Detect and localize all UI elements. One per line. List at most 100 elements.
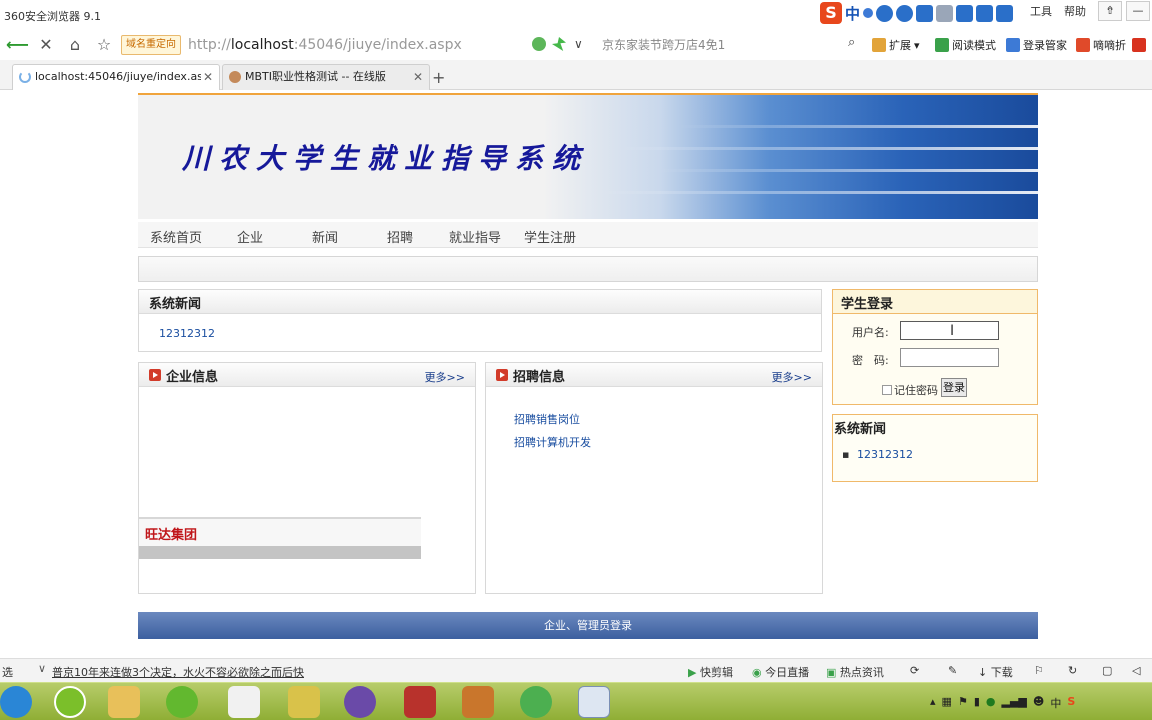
menu-item-home[interactable]: 系统首页 (150, 227, 202, 246)
security-shield-icon[interactable] (532, 37, 546, 51)
extensions-button[interactable]: 扩展 ▾ (872, 37, 920, 53)
chevron-down-icon[interactable]: ∨ (574, 37, 583, 51)
hot-news-button[interactable]: ▣ 热点资讯 (826, 664, 884, 680)
java-icon[interactable] (228, 686, 260, 718)
favorite-star-icon[interactable]: ☆ (94, 35, 114, 55)
password-field[interactable] (900, 348, 999, 367)
emoji-icon[interactable] (876, 4, 894, 22)
play-icon (496, 369, 508, 381)
text-cursor-icon: I (950, 323, 955, 339)
footer-admin-login[interactable]: 企业、管理员登录 (138, 612, 1038, 639)
live-button[interactable]: ◉ 今日直播 (752, 664, 809, 680)
user-icon[interactable] (936, 4, 954, 22)
recruit-link[interactable]: 招聘计算机开发 (514, 434, 591, 450)
company-name: 旺达集团 (145, 528, 198, 543)
menu-item-company[interactable]: 企业 (237, 227, 263, 246)
play-icon: ▶ (688, 666, 700, 679)
search-icon[interactable]: ⌕ (848, 35, 855, 50)
extra-app-icon[interactable] (1132, 38, 1146, 52)
live-label: 今日直播 (765, 666, 810, 679)
quick-edit-button[interactable]: ▶ 快剪辑 (688, 664, 733, 680)
new-tab-plus-icon[interactable]: + (432, 68, 445, 87)
menu-tools[interactable]: 工具 (1030, 3, 1052, 19)
tray-ime-indicator[interactable]: 中 (1050, 695, 1061, 711)
tray-sogou-icon[interactable]: S (1067, 695, 1075, 711)
recruit-link[interactable]: 招聘销售岗位 (514, 411, 580, 427)
refresh-icon[interactable]: ⟳ (910, 664, 919, 677)
domain-redirect-badge[interactable]: 域名重定向 (121, 35, 181, 55)
more-link[interactable]: 更多>> (425, 369, 465, 385)
microphone-icon[interactable] (896, 4, 914, 22)
more-link[interactable]: 更多>> (772, 369, 812, 385)
ime-language-indicator[interactable]: 中 (845, 3, 860, 24)
ie-start-icon[interactable] (0, 686, 32, 718)
address-bar[interactable]: http://localhost:45046/jiuye/index.aspx (188, 35, 462, 55)
login-manager-button[interactable]: 登录管家 (1006, 37, 1067, 53)
database-tool-icon[interactable] (288, 686, 320, 718)
minimize-button[interactable]: — (1126, 1, 1150, 21)
flag-icon[interactable]: ⚐ (1034, 664, 1044, 677)
tray-network-icon[interactable]: ▦ (942, 695, 952, 711)
punctuation-icon[interactable] (863, 8, 874, 18)
login-button[interactable]: 登录 (941, 378, 967, 397)
download-button[interactable]: ↓ 下载 (978, 664, 1013, 680)
visual-studio-icon[interactable] (344, 686, 376, 718)
tab-localhost[interactable]: localhost:45046/jiuye/index.as ✕ (12, 64, 220, 90)
home-icon[interactable]: ⌂ (65, 35, 85, 55)
wrench-icon[interactable] (996, 4, 1014, 22)
panel-title: 系统新闻 (834, 422, 887, 437)
menu-item-register[interactable]: 学生注册 (524, 227, 576, 246)
ime-toolbar[interactable]: S 中 (820, 2, 1014, 24)
live-icon: ◉ (752, 666, 766, 679)
speed-mode-icon[interactable] (552, 37, 566, 51)
360-browser-taskbar-icon[interactable] (54, 686, 86, 718)
tray-qq-icon[interactable]: ☻ (1033, 695, 1044, 711)
stop-icon[interactable]: ✕ (36, 35, 56, 55)
sogou-ime-icon[interactable]: S (820, 2, 842, 24)
toolbox-icon[interactable] (976, 4, 994, 22)
discount-button[interactable]: 嘀嘀折 (1076, 37, 1146, 53)
menu-item-news[interactable]: 新闻 (312, 227, 338, 246)
book-app-icon[interactable] (404, 686, 436, 718)
remember-password[interactable]: 记住密码 (882, 382, 938, 398)
skin-icon[interactable] (956, 4, 974, 22)
window-icon[interactable]: ▢ (1102, 664, 1112, 677)
menu-item-recruit[interactable]: 招聘 (387, 227, 413, 246)
reading-mode-button[interactable]: 阅读模式 (935, 37, 996, 53)
reader-app-icon[interactable] (462, 686, 494, 718)
sync-icon[interactable]: ↻ (1068, 664, 1077, 677)
close-icon[interactable]: ✕ (200, 65, 213, 89)
company-item[interactable]: 旺达集团 (139, 517, 421, 559)
tray-up-arrow-icon[interactable]: ▴ (930, 695, 936, 711)
document-app-icon[interactable] (578, 686, 610, 718)
news-ticker[interactable]: 普京10年来连做3个决定，水火不容必欲除之而后快 (52, 664, 304, 680)
site-title: 川农大学生就业指导系统 (182, 142, 590, 175)
news-link[interactable]: 12312312 (159, 327, 215, 340)
chat-app-icon[interactable] (520, 686, 552, 718)
browser-taskbar-icon[interactable] (166, 686, 198, 718)
panel-header: 企业信息 更多>> (139, 363, 475, 387)
remember-checkbox[interactable] (882, 385, 892, 395)
side-news-link[interactable]: 12312312 (857, 448, 913, 461)
address-host: localhost (230, 37, 294, 53)
file-explorer-icon[interactable] (108, 686, 140, 718)
menu-help[interactable]: 帮助 (1064, 3, 1086, 19)
list-item[interactable]: ▪ 12312312 (842, 448, 913, 461)
tray-green-icon[interactable]: ● (986, 695, 996, 711)
menu-item-guidance[interactable]: 就业指导 (449, 227, 501, 246)
search-input[interactable]: 京东家装节跨万店4免1 (596, 35, 866, 55)
pin-icon[interactable]: ⇮ (1098, 1, 1122, 21)
pin-tool-icon[interactable]: ✎ (948, 664, 957, 677)
back-arrow-icon[interactable]: ⟵ (6, 35, 29, 55)
keyboard-icon[interactable] (916, 4, 934, 22)
tab-mbti[interactable]: MBTI职业性格测试 -- 在线版 ✕ (222, 64, 430, 90)
chevron-down-icon[interactable]: ∨ (38, 662, 46, 675)
tray-power-icon[interactable]: ▮ (974, 695, 980, 711)
close-icon[interactable]: ✕ (410, 65, 423, 89)
tab-strip: localhost:45046/jiuye/index.as ✕ MBTI职业性… (0, 60, 1152, 90)
volume-icon[interactable]: ◁ (1132, 664, 1140, 677)
hot-news-label: 热点资讯 (839, 666, 884, 679)
tray-flag-icon[interactable]: ⚑ (958, 695, 968, 711)
browser-title: 360安全浏览器 9.1 (4, 10, 101, 23)
tray-signal-icon[interactable]: ▂▄▆ (1001, 695, 1026, 711)
